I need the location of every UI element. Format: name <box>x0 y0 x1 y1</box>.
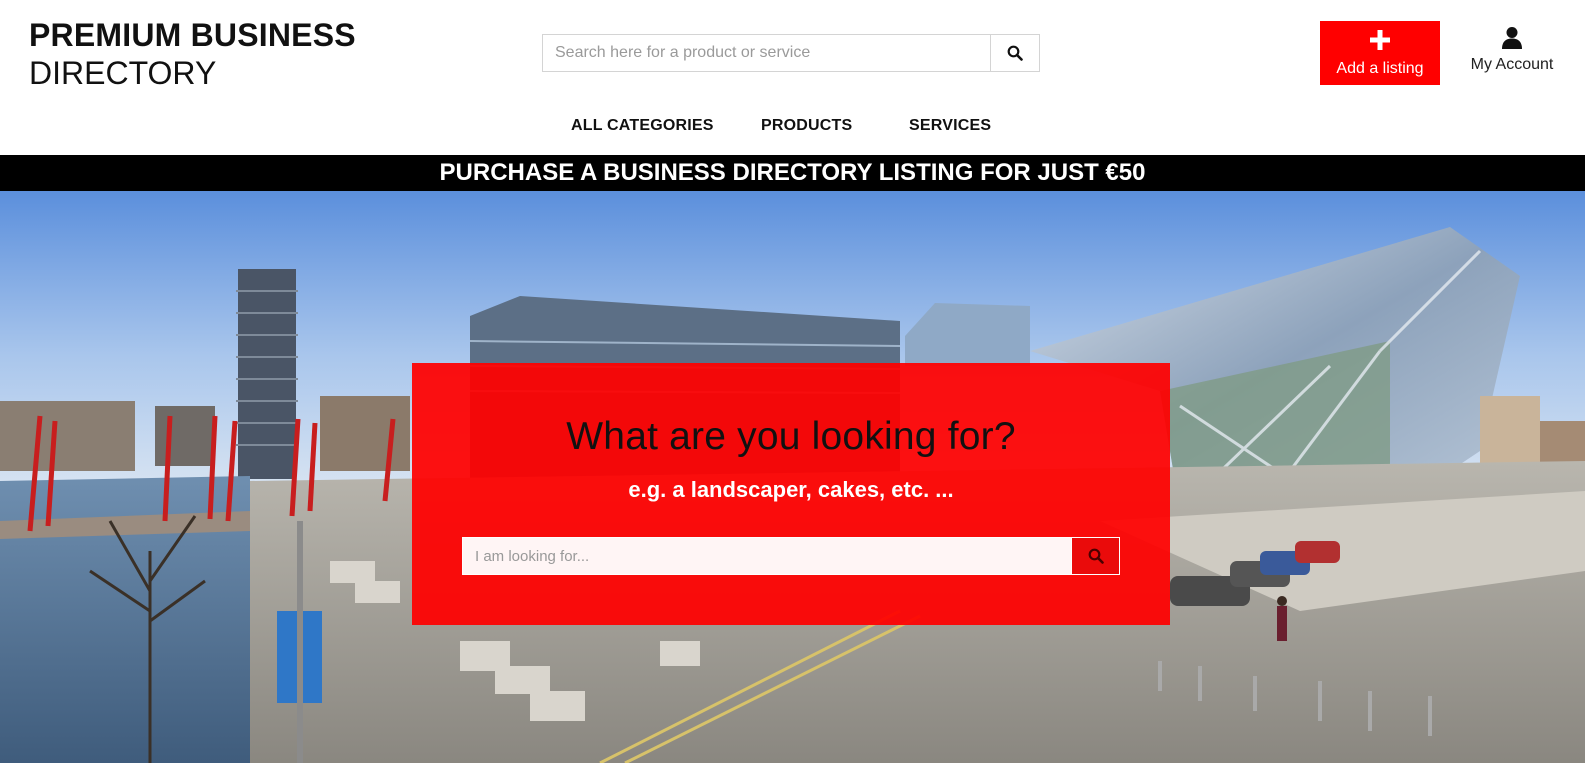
site-logo[interactable]: PREMIUM BUSINESS DIRECTORY <box>29 16 356 92</box>
main-nav: ALL CATEGORIES PRODUCTS SERVICES <box>0 117 1585 139</box>
nav-all-categories[interactable]: ALL CATEGORIES <box>571 117 714 135</box>
logo-line-2: DIRECTORY <box>29 55 217 91</box>
my-account-label: My Account <box>1470 56 1554 73</box>
add-listing-label: Add a listing <box>1336 59 1424 77</box>
logo-line-1: PREMIUM BUSINESS <box>29 17 356 53</box>
plus-icon <box>1369 29 1391 54</box>
user-icon <box>1502 27 1522 49</box>
promo-banner[interactable]: PURCHASE A BUSINESS DIRECTORY LISTING FO… <box>0 155 1585 191</box>
header-search <box>542 34 1040 72</box>
my-account-link[interactable]: My Account <box>1462 26 1562 82</box>
hero-title: What are you looking for? <box>566 415 1016 458</box>
header-search-input[interactable] <box>543 35 990 71</box>
header-search-button[interactable] <box>990 35 1039 71</box>
hero-search <box>462 537 1120 575</box>
site-header: PREMIUM BUSINESS DIRECTORY Add a listing… <box>0 0 1585 155</box>
add-listing-button[interactable]: Add a listing <box>1320 21 1440 85</box>
nav-products[interactable]: PRODUCTS <box>761 117 852 135</box>
hero-search-button[interactable] <box>1071 538 1119 574</box>
hero-search-panel: What are you looking for? e.g. a landsca… <box>412 363 1170 625</box>
search-icon <box>1088 548 1104 564</box>
nav-services[interactable]: SERVICES <box>909 117 991 135</box>
hero-subtitle: e.g. a landscaper, cakes, etc. ... <box>628 477 954 502</box>
hero-section: What are you looking for? e.g. a landsca… <box>0 191 1585 763</box>
search-icon <box>1007 45 1023 61</box>
hero-search-input[interactable] <box>463 538 1071 574</box>
